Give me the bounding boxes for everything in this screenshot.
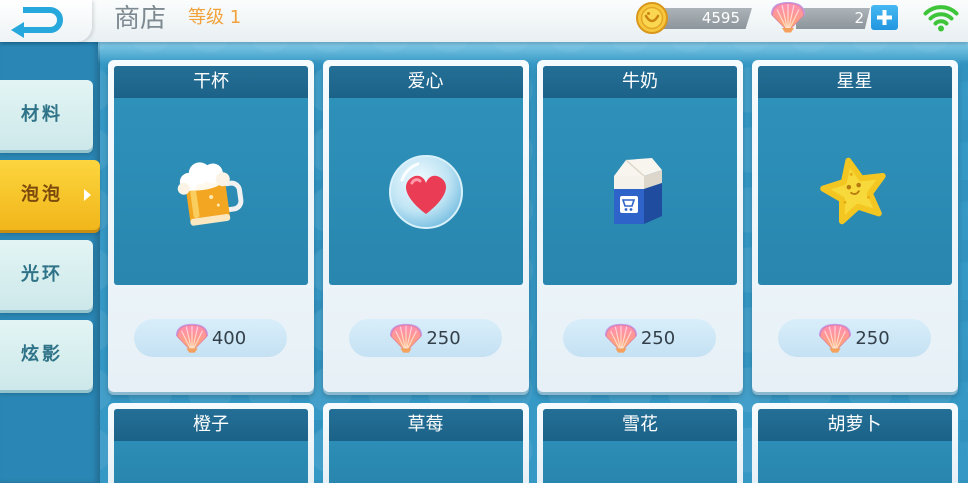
milk-carton-icon (614, 158, 662, 224)
wifi-icon (923, 5, 959, 32)
add-shells-button[interactable] (871, 5, 898, 30)
tab-label: 泡泡 (21, 184, 63, 205)
item-card[interactable]: 橙子 (108, 403, 314, 483)
shell-icon (770, 1, 806, 34)
price-button[interactable]: 250 (563, 319, 716, 357)
item-panel: 橙子 (114, 409, 308, 483)
item-price: 250 (855, 327, 890, 349)
top-bar: 商店 等级 1 4595 2 (0, 0, 968, 42)
beer-mug-icon (177, 162, 244, 226)
item-panel: 草莓 (328, 409, 523, 483)
item-name: 爱心 (328, 66, 523, 98)
tab-materials[interactable]: 材料 (0, 80, 93, 150)
item-card[interactable]: 雪花 (537, 403, 743, 483)
shell-icon (818, 323, 852, 354)
item-name: 橙子 (114, 409, 308, 441)
item-price: 250 (426, 327, 461, 349)
item-card[interactable]: 爱心 250 (322, 60, 529, 392)
item-card[interactable]: 草莓 (322, 403, 529, 483)
item-name: 胡萝卜 (757, 409, 952, 441)
item-card[interactable]: 胡萝卜 (751, 403, 958, 483)
back-button[interactable] (0, 0, 92, 42)
page-title: 商店 (114, 4, 167, 34)
shell-icon (175, 323, 209, 354)
coin-balance: 4595 (660, 8, 752, 29)
price-button[interactable]: 250 (777, 319, 931, 357)
item-panel: 星星 (757, 66, 952, 285)
item-card[interactable]: 干杯 400 (108, 60, 314, 392)
item-panel: 爱心 (328, 66, 523, 285)
plus-icon[interactable] (875, 8, 894, 27)
tab-halos[interactable]: 光环 (0, 240, 93, 310)
level-label: 等级 1 (188, 7, 242, 28)
tab-trails[interactable]: 炫影 (0, 320, 93, 390)
heart-bubble-icon (388, 155, 463, 229)
tab-label: 炫影 (21, 344, 63, 365)
tab-label: 光环 (21, 264, 63, 285)
item-card[interactable]: 星星 250 (751, 60, 958, 392)
item-name: 雪花 (543, 409, 737, 441)
item-panel: 干杯 (114, 66, 308, 285)
item-card[interactable]: 牛奶 250 (537, 60, 743, 392)
back-arrow-icon[interactable] (8, 4, 66, 38)
item-price: 250 (640, 327, 676, 349)
item-price: 400 (211, 327, 247, 349)
shell-icon (604, 323, 638, 354)
shell-balance: 2 (796, 8, 870, 29)
coin-icon (636, 2, 668, 34)
item-panel: 牛奶 (543, 66, 737, 285)
tab-label: 材料 (21, 104, 63, 125)
item-name: 干杯 (114, 66, 308, 98)
item-grid: 干杯 400 爱心 250 牛奶 250 星星 250 橙子 草莓 雪花 胡萝卜 (108, 60, 958, 483)
tab-bubbles[interactable]: 泡泡 (0, 160, 100, 230)
item-name: 牛奶 (543, 66, 737, 98)
price-button[interactable]: 250 (348, 319, 502, 357)
starfish-icon (819, 157, 886, 225)
item-name: 草莓 (328, 409, 523, 441)
price-button[interactable]: 400 (134, 319, 287, 357)
item-panel: 胡萝卜 (757, 409, 952, 483)
item-panel: 雪花 (543, 409, 737, 483)
item-name: 星星 (757, 66, 952, 98)
shell-icon (389, 323, 423, 354)
tab-selected-arrow-icon (84, 189, 91, 201)
